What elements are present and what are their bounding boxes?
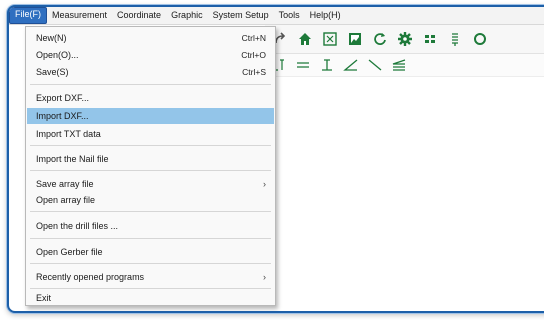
menu-item-open-drill[interactable]: Open the drill files ... [27,218,274,234]
menu-graphic[interactable]: Graphic [166,8,208,23]
menu-item-label: Open the drill files ... [36,221,119,231]
menu-item-label: Open array file [36,195,96,205]
menu-item-import-dxf[interactable]: Import DXF... [27,108,274,124]
refresh-icon[interactable] [371,30,389,48]
circle-icon[interactable] [471,30,489,48]
menu-item-open-gerber[interactable]: Open Gerber file [27,244,274,260]
submenu-arrow-icon: › [263,272,266,282]
diagonal-line-icon[interactable] [365,56,385,74]
menu-separator [30,211,271,212]
menu-item-label: Import the Nail file [36,154,109,164]
menu-item-recent-programs[interactable]: Recently opened programs › [27,269,274,285]
menu-item-shortcut: Ctrl+O [241,50,266,60]
drawing-toolbar [265,54,544,77]
menu-item-new[interactable]: New(N) Ctrl+N [27,30,274,46]
menu-item-open[interactable]: Open(O)... Ctrl+O [27,47,274,63]
menu-item-exit[interactable]: Exit [27,291,274,304]
home-icon[interactable] [296,30,314,48]
menu-item-shortcut: Ctrl+S [242,67,266,77]
settings-gear-icon[interactable] [396,30,414,48]
submenu-arrow-icon: › [263,179,266,189]
menu-item-label: Import DXF... [36,111,89,121]
menu-separator [30,288,271,289]
menu-system-setup[interactable]: System Setup [208,8,274,23]
fit-view-icon[interactable] [321,30,339,48]
main-toolbar [265,25,544,54]
menu-item-label: Export DXF... [36,93,90,103]
menu-measurement[interactable]: Measurement [47,8,112,23]
menu-item-shortcut: Ctrl+N [241,33,266,43]
menu-tools[interactable]: Tools [274,8,305,23]
menu-item-label: Open(O)... [36,50,79,60]
image-icon[interactable] [346,30,364,48]
menu-item-save[interactable]: Save(S) Ctrl+S [27,64,274,80]
file-menu-dropdown: New(N) Ctrl+N Open(O)... Ctrl+O Save(S) … [25,26,276,306]
perpendicular-icon[interactable] [317,56,337,74]
menu-item-save-array[interactable]: Save array file › [27,176,274,192]
menu-coordinate[interactable]: Coordinate [112,8,166,23]
menu-bar: File(F) Measurement Coordinate Graphic S… [9,7,544,25]
menu-separator [30,238,271,239]
menu-separator [30,263,271,264]
parallel-lines-icon[interactable] [293,56,313,74]
menu-separator [30,84,271,85]
menu-item-open-array[interactable]: Open array file [27,192,274,208]
menu-item-label: New(N) [36,33,67,43]
menu-item-label: Save array file [36,179,94,189]
menu-item-label: Recently opened programs [36,272,145,282]
multi-line-icon[interactable] [389,56,409,74]
menu-file[interactable]: File(F) [9,7,47,24]
app-window: File(F) Measurement Coordinate Graphic S… [7,5,544,313]
menu-item-import-txt[interactable]: Import TXT data [27,126,274,142]
menu-item-label: Save(S) [36,67,69,77]
list-icon[interactable] [446,30,464,48]
menu-item-export-dxf[interactable]: Export DXF... [27,90,274,106]
menu-separator [30,145,271,146]
menu-item-label: Exit [36,292,52,303]
menu-help[interactable]: Help(H) [305,8,346,23]
angle-icon[interactable] [341,56,361,74]
menu-item-import-nail[interactable]: Import the Nail file [27,151,274,167]
menu-item-label: Import TXT data [36,129,101,139]
menu-item-label: Open Gerber file [36,247,103,257]
grid-icon[interactable] [421,30,439,48]
menu-separator [30,170,271,171]
